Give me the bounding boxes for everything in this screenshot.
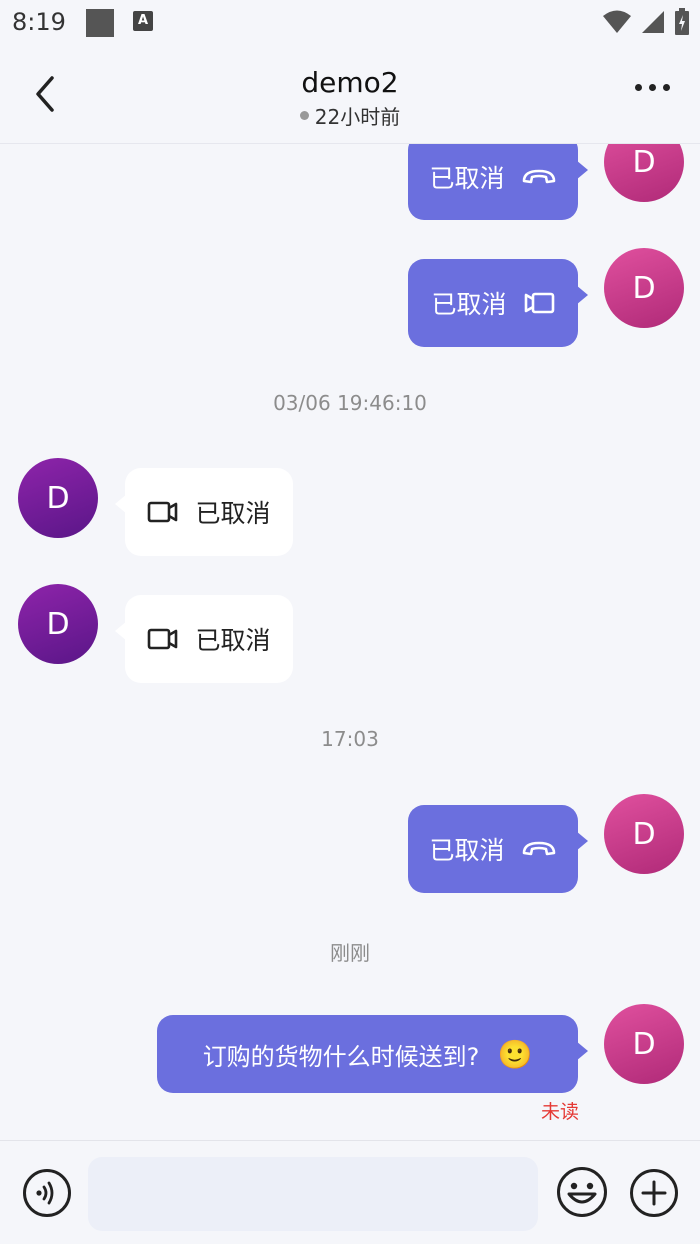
video-camera-icon bbox=[524, 292, 554, 314]
more-dot bbox=[635, 84, 642, 91]
smiley-icon bbox=[557, 1167, 607, 1217]
message-timestamp: 17:03 bbox=[321, 727, 379, 751]
message-text: 订购的货物什么时候送到? bbox=[202, 1042, 480, 1071]
message-text: 已取消 bbox=[429, 836, 505, 865]
last-seen-text: 22小时前 bbox=[314, 105, 401, 129]
video-camera-icon bbox=[148, 628, 178, 650]
phone-hangup-icon bbox=[522, 841, 555, 856]
avatar[interactable]: D bbox=[18, 458, 98, 538]
message-bubble-outgoing[interactable]: 订购的货物什么时候送到? 🙂 bbox=[157, 1015, 588, 1093]
chat-header: demo2 22小时前 bbox=[0, 48, 700, 144]
last-seen: 22小时前 bbox=[299, 101, 401, 130]
avatar[interactable]: D bbox=[604, 1004, 684, 1084]
more-dot bbox=[663, 84, 670, 91]
wifi-icon bbox=[603, 10, 631, 33]
plus-icon bbox=[630, 1169, 678, 1217]
message-bubble-outgoing[interactable]: 已取消 bbox=[408, 259, 588, 347]
status-icons bbox=[602, 8, 690, 36]
signal-icon bbox=[642, 11, 664, 33]
title-wrap: demo2 22小时前 bbox=[200, 66, 500, 130]
avatar[interactable]: D bbox=[604, 144, 684, 202]
message-text: 已取消 bbox=[195, 626, 271, 655]
notification-badge-icon: A bbox=[133, 11, 153, 31]
avatar[interactable]: D bbox=[604, 248, 684, 328]
message-timestamp: 刚刚 bbox=[330, 941, 370, 965]
message-text: 已取消 bbox=[431, 290, 507, 319]
message-bubble-incoming[interactable]: 已取消 bbox=[115, 595, 293, 683]
page-title: demo2 bbox=[301, 66, 399, 99]
presence-dot bbox=[299, 111, 309, 120]
video-camera-icon bbox=[148, 501, 178, 523]
message-text: 已取消 bbox=[429, 164, 505, 193]
more-options-button[interactable] bbox=[635, 84, 670, 91]
status-time: 8:19 bbox=[12, 8, 66, 36]
unread-status: 未读 bbox=[541, 1101, 580, 1123]
input-bar bbox=[0, 1140, 700, 1244]
status-bar: 8:19 A bbox=[0, 0, 700, 48]
message-bubble-incoming[interactable]: 已取消 bbox=[115, 468, 293, 556]
battery-icon bbox=[675, 8, 689, 35]
message-list[interactable]: 已取消 D 已取消 D 03/06 19:46:10 D 已取消 D 已取消 1… bbox=[0, 144, 700, 1140]
avatar[interactable]: D bbox=[604, 794, 684, 874]
message-bubble-outgoing[interactable]: 已取消 bbox=[408, 805, 588, 893]
message-text: 已取消 bbox=[195, 499, 271, 528]
emoji-button[interactable] bbox=[556, 1166, 608, 1218]
back-button[interactable] bbox=[28, 74, 64, 114]
phone-hangup-icon bbox=[522, 169, 555, 184]
more-dot bbox=[649, 84, 656, 91]
avatar[interactable]: D bbox=[18, 584, 98, 664]
smile-emoji: 🙂 bbox=[497, 1037, 533, 1071]
voice-input-button[interactable] bbox=[22, 1168, 72, 1218]
chevron-left-icon bbox=[36, 76, 54, 112]
add-attachment-button[interactable] bbox=[629, 1168, 679, 1218]
message-timestamp: 03/06 19:46:10 bbox=[273, 391, 427, 415]
notification-square-icon bbox=[86, 9, 114, 37]
message-bubble-outgoing[interactable]: 已取消 bbox=[408, 144, 588, 220]
message-input[interactable] bbox=[88, 1157, 538, 1231]
voice-icon bbox=[23, 1169, 71, 1217]
